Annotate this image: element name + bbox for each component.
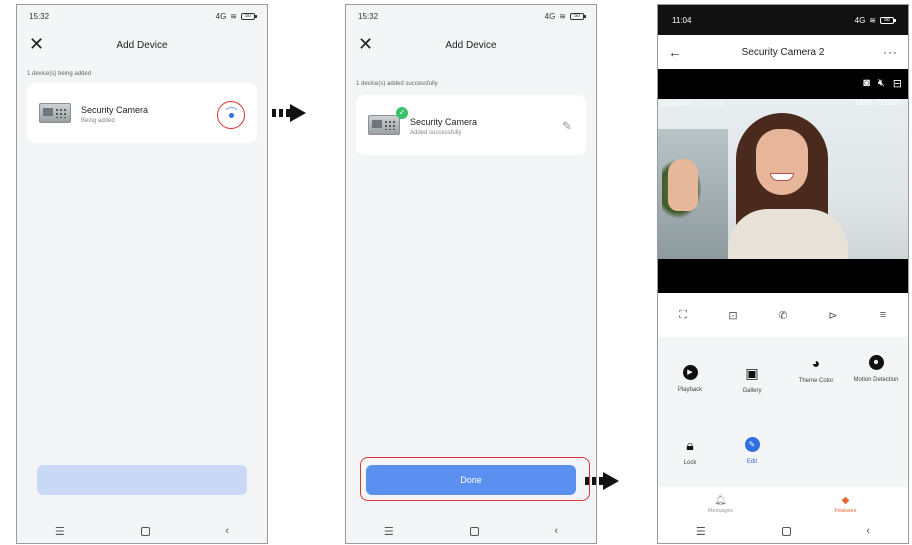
video-player[interactable]: ◙ 🔇︎ ⊟ 2024/01/01 11:10:10 100% | 50KB/S bbox=[658, 69, 908, 293]
page-title: Add Device bbox=[116, 39, 168, 51]
signal-icon: 4G bbox=[854, 15, 866, 25]
wifi-icon: ≋ bbox=[230, 11, 237, 21]
status-time: 15:32 bbox=[29, 11, 50, 21]
feature-theme-color[interactable]: ◕ Theme Color bbox=[786, 355, 846, 385]
flow-arrow-1 bbox=[272, 104, 306, 122]
device-status: Being added bbox=[81, 118, 115, 124]
menu-icon[interactable]: ☰ bbox=[55, 525, 65, 538]
live-video-frame: 2024/01/01 11:10:10 100% | 50KB/S bbox=[658, 99, 908, 259]
motion-icon: ☻ bbox=[868, 355, 884, 370]
back-arrow-icon[interactable]: ← bbox=[668, 44, 682, 60]
collapse-icon[interactable]: ≡ bbox=[875, 309, 891, 321]
status-time: 15:32 bbox=[358, 11, 379, 21]
mute-icon[interactable]: 🔇︎ bbox=[878, 77, 885, 90]
palette-icon: ◕ bbox=[811, 355, 821, 371]
device-name: Security Camera bbox=[81, 105, 149, 115]
device-name: Security Camera bbox=[410, 117, 478, 127]
back-icon[interactable]: ‹ bbox=[866, 525, 870, 537]
layout-icon[interactable]: ⊟ bbox=[893, 77, 902, 90]
tab-messages[interactable]: 🔔︎ Messages bbox=[681, 495, 761, 514]
more-icon[interactable]: ··· bbox=[883, 45, 898, 59]
home-icon[interactable] bbox=[781, 526, 791, 536]
done-button[interactable]: Done bbox=[366, 465, 576, 495]
stream-stats: 100% | 50KB/S bbox=[854, 100, 902, 107]
feature-gallery[interactable]: ▣ Gallery bbox=[722, 365, 782, 395]
menu-icon[interactable]: ☰ bbox=[696, 525, 706, 538]
header: ← Security Camera 2 ··· bbox=[658, 35, 908, 69]
bottom-tab-bar: 🔔︎ Messages ◆ Features bbox=[658, 487, 908, 521]
loading-spinner-icon bbox=[217, 101, 245, 129]
device-card[interactable]: Security Camera Being added bbox=[27, 83, 257, 143]
video-timestamp: 2024/01/01 11:10:10 bbox=[660, 101, 724, 108]
snapshot-icon[interactable]: ◙ bbox=[863, 77, 870, 90]
system-nav-bar: ☰ ‹ bbox=[346, 519, 596, 543]
back-icon[interactable]: ‹ bbox=[225, 525, 229, 537]
device-count-text: 1 device(s) being added bbox=[27, 71, 92, 77]
status-time: 11:04 bbox=[672, 15, 692, 25]
page-title: Security Camera 2 bbox=[741, 46, 825, 58]
signal-icon: 4G bbox=[544, 11, 556, 21]
edit-pencil-icon[interactable]: ✎ bbox=[562, 119, 572, 133]
signal-icon: 4G bbox=[215, 11, 227, 21]
tab-features[interactable]: ◆ Features bbox=[806, 495, 886, 514]
home-icon[interactable] bbox=[469, 526, 479, 536]
battery-icon: 50 bbox=[570, 12, 586, 20]
wifi-icon: ≋ bbox=[869, 15, 876, 25]
home-icon[interactable] bbox=[140, 526, 150, 536]
header: ✕ Add Device bbox=[17, 31, 267, 59]
phone-screen-live-view: 11:04 4G ≋ 88 ← Security Camera 2 ··· ◙ … bbox=[657, 4, 909, 544]
done-button[interactable]: Done bbox=[37, 465, 247, 495]
gallery-icon: ▣ bbox=[745, 365, 759, 381]
flow-arrow-2 bbox=[585, 472, 619, 490]
edit-icon: ✎ bbox=[744, 437, 760, 452]
bell-icon: 🔔︎ bbox=[714, 494, 727, 506]
phone-screen-added: 15:32 4G ≋ 50 ✕ Add Device 1 device(s) a… bbox=[345, 4, 597, 544]
lock-icon: 🔒︎ bbox=[686, 437, 694, 453]
device-count-text: 1 device(s) added successfully bbox=[356, 81, 438, 87]
back-icon[interactable]: ‹ bbox=[554, 525, 558, 537]
status-bar: 11:04 4G ≋ 88 bbox=[658, 5, 908, 35]
page-title: Add Device bbox=[445, 39, 497, 51]
record-icon[interactable]: ⊳ bbox=[825, 309, 841, 322]
camera-thumbnail bbox=[39, 103, 71, 123]
phone-screen-adding: 15:32 4G ≋ 50 ✕ Add Device 1 device(s) b… bbox=[16, 4, 268, 544]
system-nav-bar: ☰ ‹ bbox=[658, 519, 908, 543]
check-icon: ✓ bbox=[396, 107, 408, 119]
screenshot-icon[interactable]: ⊡ bbox=[725, 309, 741, 322]
feature-edit[interactable]: ✎ Edit bbox=[722, 437, 782, 466]
device-card[interactable]: ✓ Security Camera Added successfully ✎ bbox=[356, 95, 586, 155]
header: ✕ Add Device bbox=[346, 31, 596, 59]
close-icon[interactable]: ✕ bbox=[358, 33, 373, 55]
device-status: Added successfully bbox=[410, 130, 462, 136]
battery-icon: 88 bbox=[880, 16, 896, 24]
video-controls: ⛶ ⊡ ✆ ⊳ ≡ bbox=[658, 293, 908, 337]
menu-icon[interactable]: ☰ bbox=[384, 525, 394, 538]
system-nav-bar: ☰ ‹ bbox=[17, 519, 267, 543]
feature-playback[interactable]: ▶ Playback bbox=[660, 365, 720, 394]
feature-motion-detection[interactable]: ☻ Motion Detection bbox=[846, 355, 906, 384]
status-bar: 15:32 4G ≋ 50 bbox=[17, 5, 267, 27]
feature-lock[interactable]: 🔒︎ Lock bbox=[660, 437, 720, 467]
wifi-icon: ≋ bbox=[559, 11, 566, 21]
features-grid: ▶ Playback ▣ Gallery ◕ Theme Color ☻ Mot… bbox=[658, 337, 908, 487]
close-icon[interactable]: ✕ bbox=[29, 33, 44, 55]
camera-thumbnail bbox=[368, 115, 400, 135]
battery-icon: 50 bbox=[241, 12, 257, 20]
features-icon: ◆ bbox=[841, 494, 850, 506]
call-icon[interactable]: ✆ bbox=[775, 309, 791, 322]
status-bar: 15:32 4G ≋ 50 bbox=[346, 5, 596, 27]
play-icon: ▶ bbox=[682, 365, 698, 380]
fullscreen-icon[interactable]: ⛶ bbox=[675, 309, 691, 322]
